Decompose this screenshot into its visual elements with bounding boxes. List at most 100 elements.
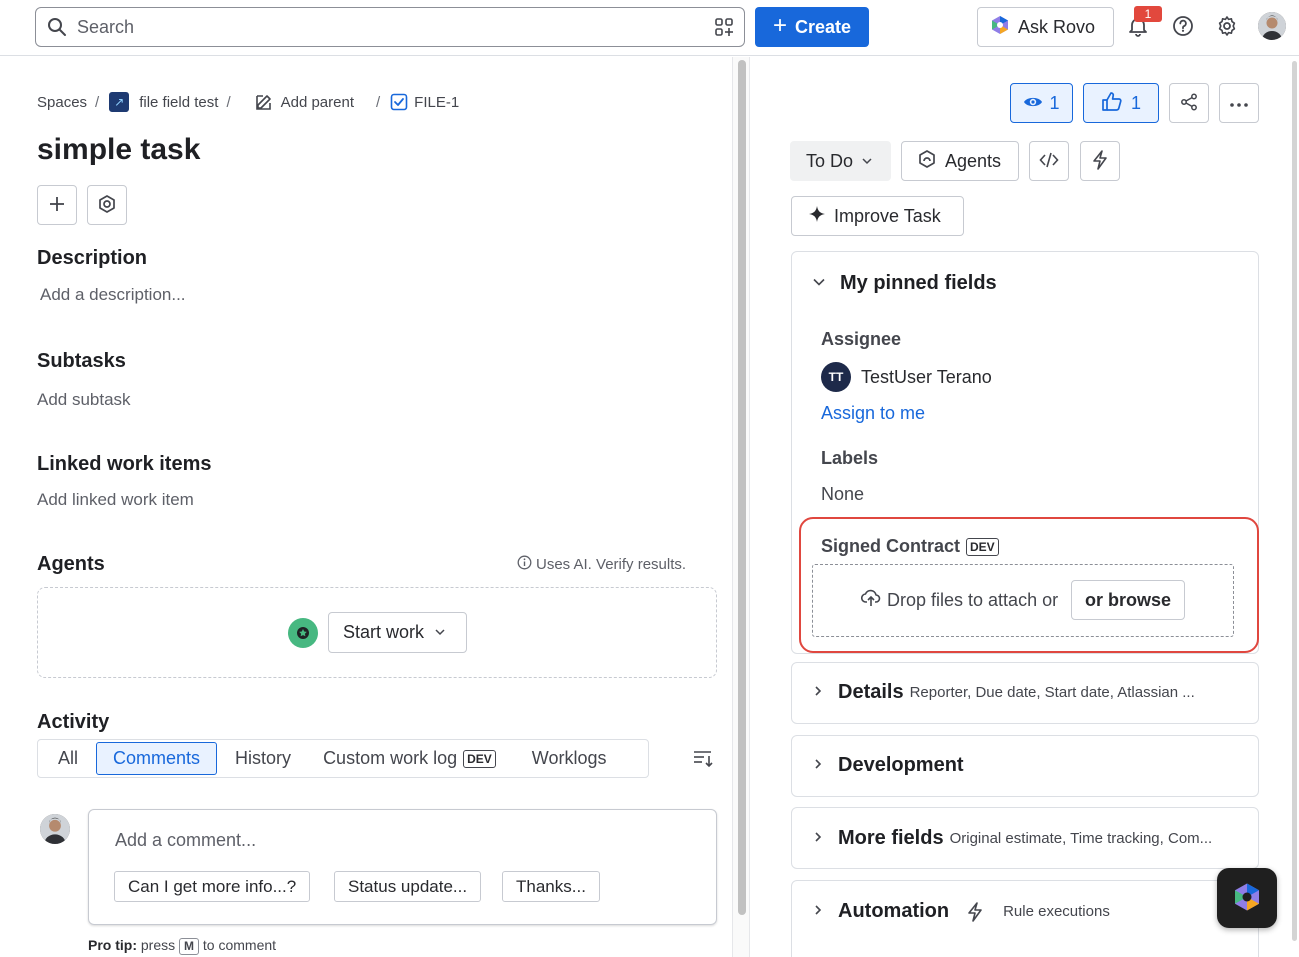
- development-section[interactable]: Development: [791, 735, 1259, 797]
- lightning-icon: [1092, 149, 1108, 173]
- assignee-name: TestUser Terano: [861, 366, 992, 387]
- ask-rovo-label: Ask Rovo: [1018, 16, 1096, 37]
- add-linked-item-link[interactable]: Add linked work item: [37, 490, 194, 510]
- labels-value[interactable]: None: [821, 484, 864, 505]
- breadcrumb-project[interactable]: file field test: [139, 94, 218, 111]
- chevron-right-icon: [812, 830, 824, 848]
- agent-avatar-icon: [288, 618, 318, 648]
- start-work-dropdown[interactable]: Start work: [328, 612, 467, 653]
- eye-icon: [1023, 93, 1043, 114]
- tab-history[interactable]: History: [217, 742, 307, 775]
- automation-section[interactable]: Automation Rule executions: [791, 880, 1259, 957]
- sort-icon[interactable]: [692, 748, 714, 771]
- agents-button[interactable]: Agents: [901, 141, 1019, 181]
- left-panel-scrollbar[interactable]: [732, 57, 750, 957]
- automation-title: Automation: [838, 900, 950, 922]
- vote-button[interactable]: 1: [1083, 83, 1159, 123]
- pinned-fields-header[interactable]: My pinned fields: [812, 272, 997, 295]
- comment-placeholder: Add a comment...: [115, 830, 257, 850]
- project-rocket-icon: ↗: [109, 92, 130, 112]
- improve-task-button[interactable]: Improve Task: [791, 196, 964, 236]
- status-label: To Do: [806, 150, 854, 171]
- more-horizontal-icon: [1229, 95, 1249, 111]
- automation-button[interactable]: [1080, 141, 1120, 181]
- assign-to-me-link[interactable]: Assign to me: [821, 403, 925, 424]
- help-icon[interactable]: [1170, 13, 1196, 39]
- description-field[interactable]: Add a description...: [40, 285, 186, 305]
- search-input[interactable]: Search: [35, 7, 745, 47]
- ai-disclaimer-text: Uses AI. Verify results.: [536, 556, 687, 573]
- tab-worklogs[interactable]: Worklogs: [512, 742, 623, 775]
- file-dropzone[interactable]: Drop files to attach or or browse: [812, 564, 1234, 637]
- chevron-down-icon: [861, 151, 873, 172]
- task-checkbox-icon: [390, 93, 408, 111]
- linked-items-heading: Linked work items: [37, 453, 212, 475]
- chevron-right-icon: [812, 684, 824, 702]
- details-summary: Reporter, Due date, Start date, Atlassia…: [909, 684, 1195, 701]
- chevron-down-icon: [812, 272, 826, 295]
- browse-files-button[interactable]: or browse: [1071, 580, 1185, 620]
- more-actions-button[interactable]: [1219, 83, 1259, 123]
- search-placeholder: Search: [77, 17, 135, 37]
- agent-hexagon-icon: [917, 149, 937, 174]
- start-work-label: Start work: [343, 622, 425, 642]
- comment-editor[interactable]: Add a comment... Can I get more info...?…: [88, 809, 717, 925]
- rovo-icon: [990, 15, 1010, 40]
- watch-button[interactable]: 1: [1010, 83, 1073, 123]
- scrollbar-thumb[interactable]: [1292, 61, 1297, 941]
- assignee-label: Assignee: [821, 329, 902, 349]
- right-panel-scrollbar[interactable]: [1290, 57, 1299, 957]
- share-button[interactable]: [1169, 83, 1209, 123]
- agents-panel: Start work: [37, 587, 717, 678]
- tab-all[interactable]: All: [38, 742, 96, 775]
- notification-badge: 1: [1134, 6, 1162, 22]
- user-avatar[interactable]: [1258, 12, 1286, 40]
- description-heading: Description: [37, 247, 148, 269]
- signed-contract-highlight: Signed Contract DEV Drop files to attach…: [799, 517, 1259, 653]
- scrollbar-thumb[interactable]: [738, 60, 746, 915]
- quick-reply-status-update[interactable]: Status update...: [334, 871, 482, 902]
- pinned-fields-title: My pinned fields: [840, 272, 997, 294]
- status-dropdown[interactable]: To Do: [790, 141, 891, 181]
- tab-comments[interactable]: Comments: [96, 742, 218, 775]
- quick-reply-thanks[interactable]: Thanks...: [502, 871, 600, 902]
- details-section[interactable]: Details Reporter, Due date, Start date, …: [791, 662, 1259, 724]
- ask-rovo-button[interactable]: Ask Rovo: [977, 7, 1114, 47]
- plus-icon: [48, 195, 66, 216]
- quick-reply-more-info[interactable]: Can I get more info...?: [114, 871, 311, 902]
- agents-heading: Agents: [37, 553, 105, 575]
- chevron-right-icon: [812, 903, 824, 921]
- page-title[interactable]: simple task: [37, 133, 200, 167]
- activity-tabs: All Comments History Custom work log DEV…: [37, 739, 649, 778]
- labels-label: Labels: [821, 448, 879, 468]
- breadcrumb-add-parent[interactable]: Add parent: [281, 94, 354, 111]
- vote-count: 1: [1130, 92, 1141, 113]
- thumbs-up-icon: [1101, 91, 1123, 116]
- cloud-upload-icon: [860, 589, 881, 612]
- improve-task-label: Improve Task: [834, 205, 941, 226]
- sparkle-icon: [808, 205, 826, 228]
- development-title: Development: [838, 754, 964, 776]
- rovo-chat-button[interactable]: [1217, 868, 1277, 928]
- assignee-field[interactable]: TT TestUser Terano: [821, 362, 992, 392]
- add-subtask-link[interactable]: Add subtask: [37, 390, 131, 410]
- tab-custom-work-log[interactable]: Custom work log DEV: [307, 742, 512, 775]
- dev-badge: DEV: [463, 749, 496, 768]
- breadcrumb-issue-key[interactable]: FILE-1: [414, 94, 459, 111]
- settings-gear-icon[interactable]: [1214, 13, 1240, 39]
- breadcrumb-spaces[interactable]: Spaces: [37, 94, 87, 111]
- apps-button[interactable]: [87, 185, 127, 225]
- developer-button[interactable]: [1029, 141, 1069, 181]
- ai-disclaimer: Uses AI. Verify results.: [517, 555, 686, 574]
- create-label: Create: [794, 16, 852, 37]
- watch-count: 1: [1049, 92, 1060, 113]
- add-button[interactable]: [37, 185, 77, 225]
- hexagon-settings-icon: [97, 194, 117, 217]
- more-fields-section[interactable]: More fields Original estimate, Time trac…: [791, 807, 1259, 869]
- info-icon: [517, 555, 532, 574]
- create-button[interactable]: + Create: [755, 7, 869, 47]
- dev-badge: DEV: [966, 537, 999, 556]
- top-navigation-bar: Search + Create Ask Rovo 1: [0, 0, 1299, 56]
- apps-grid-icon[interactable]: [714, 17, 734, 40]
- assignee-avatar: TT: [821, 362, 851, 392]
